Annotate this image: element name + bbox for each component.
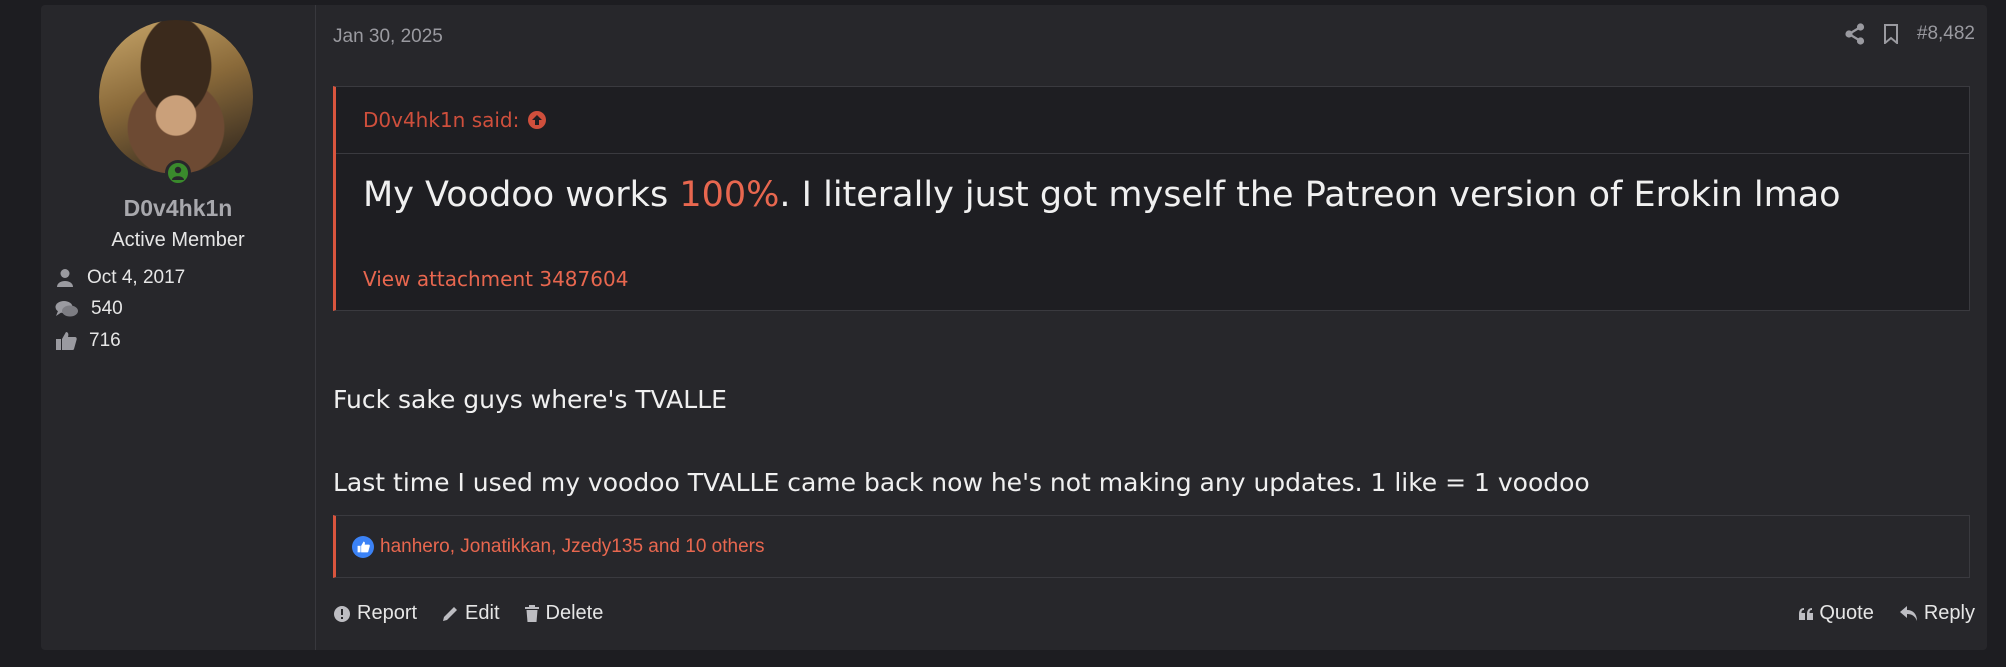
- quote-author[interactable]: D0v4hk1n said:: [363, 108, 519, 132]
- comments-icon: [55, 301, 78, 317]
- report-label: Report: [357, 602, 418, 624]
- messages-count: 540: [91, 298, 123, 319]
- post-body-line: Fuck sake guys where's TVALLE: [333, 385, 727, 414]
- thumbs-up-icon: [56, 332, 77, 350]
- share-icon: [1845, 23, 1864, 45]
- reactions-stat: 716: [55, 330, 121, 352]
- delete-button[interactable]: Delete: [524, 602, 604, 625]
- quote-text-start: My Voodoo works: [363, 175, 680, 215]
- username[interactable]: D0v4hk1n: [41, 195, 315, 222]
- quote-button[interactable]: Quote: [1799, 602, 1874, 625]
- reactions-users[interactable]: hanhero, Jonatikkan, Jzedy135 and 10 oth…: [380, 536, 765, 558]
- bookmark-button[interactable]: [1883, 24, 1899, 44]
- online-status-icon: [165, 160, 191, 186]
- attachment-link[interactable]: View attachment 3487604: [363, 267, 628, 291]
- report-icon: [334, 605, 350, 622]
- report-button[interactable]: Report: [333, 602, 417, 625]
- quote-icon: [1799, 607, 1814, 620]
- post-body-line: Last time I used my voodoo TVALLE came b…: [333, 468, 1590, 497]
- post-tools: #8,482: [1827, 23, 1975, 45]
- reactions-bar[interactable]: hanhero, Jonatikkan, Jzedy135 and 10 oth…: [333, 515, 1970, 578]
- forum-post: D0v4hk1n Active Member Oct 4, 2017 540 7…: [41, 5, 1987, 650]
- reply-icon: [1899, 605, 1917, 621]
- like-reaction-icon: [352, 535, 374, 558]
- arrow-up-circle-icon[interactable]: [527, 110, 547, 130]
- post-number-link[interactable]: #8,482: [1917, 23, 1975, 45]
- quote-header[interactable]: D0v4hk1n said:: [336, 87, 1969, 154]
- joined-stat: Oct 4, 2017: [55, 267, 185, 289]
- post-date[interactable]: Jan 30, 2025: [333, 26, 443, 48]
- quote-block: D0v4hk1n said: My Voodoo works 100%. I l…: [333, 86, 1970, 311]
- share-button[interactable]: [1845, 23, 1865, 45]
- messages-stat: 540: [55, 298, 123, 320]
- edit-label: Edit: [465, 602, 500, 624]
- bookmark-icon: [1883, 24, 1898, 44]
- user-icon: [57, 269, 73, 287]
- delete-label: Delete: [545, 602, 604, 624]
- reply-label: Reply: [1923, 602, 1975, 624]
- quote-text-highlight: 100%: [679, 175, 780, 215]
- post-actions-left: Report Edit Delete: [333, 602, 627, 625]
- quote-label: Quote: [1819, 602, 1874, 624]
- edit-button[interactable]: Edit: [441, 602, 500, 625]
- reactions-count: 716: [89, 330, 121, 351]
- avatar[interactable]: [99, 20, 253, 174]
- post-actions-right: Quote Reply: [1773, 602, 1975, 625]
- quote-text-end: . I literally just got myself the Patreo…: [779, 175, 1841, 215]
- trash-icon: [524, 604, 539, 622]
- pencil-icon: [443, 606, 458, 621]
- quote-text: My Voodoo works 100%. I literally just g…: [363, 175, 1841, 215]
- joined-date: Oct 4, 2017: [87, 267, 186, 288]
- user-title: Active Member: [111, 229, 245, 251]
- post-content: Jan 30, 2025 #8,482 D0v4hk1n said: My Vo…: [315, 5, 1987, 650]
- user-info-column: D0v4hk1n Active Member Oct 4, 2017 540 7…: [41, 5, 316, 650]
- reply-button[interactable]: Reply: [1899, 602, 1975, 625]
